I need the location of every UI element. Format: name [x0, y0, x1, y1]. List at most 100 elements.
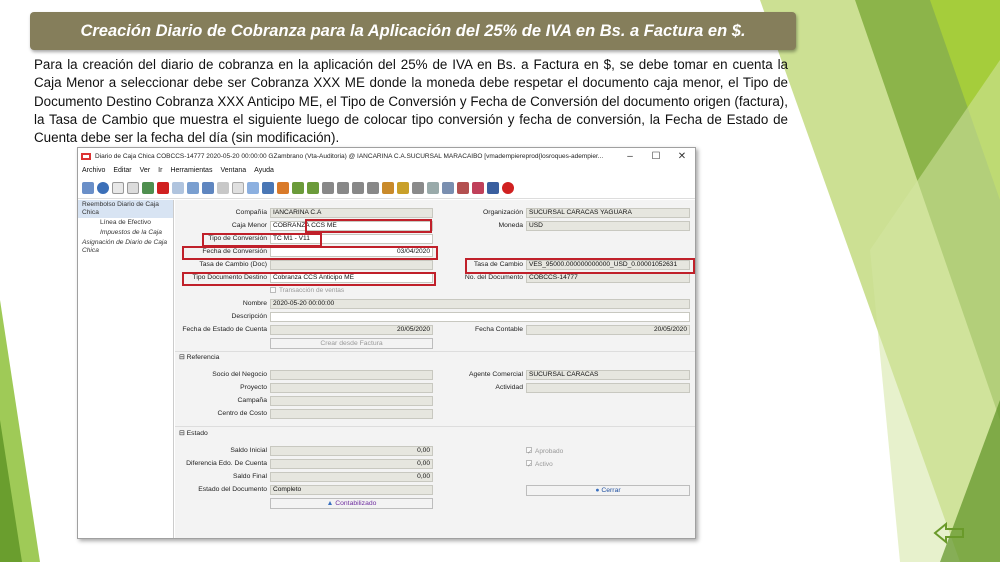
- crear-btn-label: Crear desde Factura: [320, 340, 383, 347]
- previous-record-icon[interactable]: [337, 181, 349, 194]
- diferencia-label: Diferencia Edo. De Cuenta: [186, 460, 267, 467]
- moneda-label: Moneda: [498, 222, 523, 229]
- nombre-field[interactable]: 2020-05-20 00:00:00: [270, 299, 690, 309]
- transaccion-checkbox[interactable]: Transacción de ventas: [270, 287, 344, 294]
- saldoini-label: Saldo Inicial: [230, 447, 267, 454]
- sidebar-item-linea[interactable]: Línea de Efectivo: [78, 218, 173, 228]
- workflow-icon[interactable]: [487, 181, 499, 194]
- actividad-field[interactable]: [526, 383, 690, 393]
- campana-label: Campaña: [237, 397, 267, 404]
- organizacion-field[interactable]: SUCURSAL CARACAS YAGUARA: [526, 208, 690, 218]
- estadodoc-field[interactable]: Completo: [270, 485, 433, 495]
- fechacont-field[interactable]: 20/05/2020: [526, 325, 690, 335]
- sidebar-item-asignacion[interactable]: Asignación de Diario de Caja Chica: [78, 238, 173, 256]
- refresh-icon[interactable]: [187, 181, 199, 194]
- caja-label: Caja Menor: [231, 222, 267, 229]
- cerrar-button[interactable]: ● Cerrar: [526, 485, 690, 496]
- report-icon[interactable]: [382, 181, 394, 194]
- crear-desde-factura-button[interactable]: Crear desde Factura: [270, 338, 433, 349]
- toolbar: [78, 177, 695, 199]
- sidebar: Reembolso Diario de Caja Chica Línea de …: [78, 200, 174, 538]
- undo-icon[interactable]: [82, 181, 94, 194]
- app-icon: [81, 152, 91, 160]
- estado-section-header[interactable]: ⊟ Estado: [179, 429, 208, 437]
- compania-field[interactable]: IANCARINA C.A: [270, 208, 433, 218]
- request-icon[interactable]: [457, 181, 469, 194]
- socio-label: Socio del Negocio: [212, 371, 267, 378]
- archive-icon[interactable]: [397, 181, 409, 194]
- highlight-fecha-conversion: [182, 246, 438, 260]
- menu-archivo[interactable]: Archivo: [82, 167, 105, 174]
- next-record-icon[interactable]: [352, 181, 364, 194]
- print-preview-icon[interactable]: [427, 181, 439, 194]
- socio-field[interactable]: [270, 370, 433, 380]
- nombre-label: Nombre: [242, 300, 267, 307]
- menu-herramientas[interactable]: Herramientas: [170, 167, 212, 174]
- new-record-icon[interactable]: [112, 181, 124, 194]
- delete-icon[interactable]: [157, 181, 169, 194]
- find-icon[interactable]: [202, 181, 214, 194]
- parent-record-icon[interactable]: [292, 181, 304, 194]
- referencia-section-header[interactable]: ⊟ Referencia: [179, 353, 219, 361]
- help-icon[interactable]: [97, 181, 109, 194]
- window-title: Diario de Caja Chica COBCCS-14777 2020-0…: [95, 152, 604, 160]
- nodoc-label: No. del Documento: [464, 274, 523, 281]
- close-button[interactable]: ✕: [669, 151, 695, 162]
- descripcion-label: Descripción: [231, 313, 267, 320]
- exit-icon[interactable]: [502, 181, 514, 194]
- window-titlebar: Diario de Caja Chica COBCCS-14777 2020-0…: [78, 148, 695, 164]
- moneda-field[interactable]: USD: [526, 221, 690, 231]
- referencia-divider: [175, 351, 695, 352]
- first-record-icon[interactable]: [322, 181, 334, 194]
- history-icon[interactable]: [247, 181, 259, 194]
- minimize-button[interactable]: –: [617, 151, 643, 162]
- aprobado-checkbox[interactable]: ✓ Aprobado: [526, 447, 563, 456]
- slide-title: Creación Diario de Cobranza para la Apli…: [80, 21, 746, 40]
- product-info-icon[interactable]: [472, 181, 484, 194]
- menu-ventana[interactable]: Ventana: [220, 167, 246, 174]
- fechaedo-label: Fecha de Estado de Cuenta: [182, 326, 267, 333]
- fechaedo-field[interactable]: 20/05/2020: [270, 325, 433, 335]
- calendar-icon[interactable]: [262, 181, 274, 194]
- diferencia-field[interactable]: 0,00: [270, 459, 433, 469]
- estado-title: Estado: [186, 430, 208, 437]
- sidebar-item-impuestos[interactable]: Impuestos de la Caja: [78, 228, 173, 238]
- tasadoc-label: Tasa de Cambio (Doc): [199, 261, 267, 268]
- transaccion-label: Transacción de ventas: [279, 287, 345, 294]
- attachment-icon[interactable]: [217, 181, 229, 194]
- estadodoc-label: Estado del Documento: [198, 486, 267, 493]
- menu-bar: Archivo Editar Ver Ir Herramientas Venta…: [78, 164, 695, 177]
- contabilizado-icon: ▲: [326, 500, 334, 507]
- contabilizado-button[interactable]: ▲ Contabilizado: [270, 498, 433, 509]
- sidebar-item-reembolso[interactable]: Reembolso Diario de Caja Chica: [78, 200, 173, 218]
- home-icon[interactable]: [277, 181, 289, 194]
- last-record-icon[interactable]: [367, 181, 379, 194]
- agente-field[interactable]: SUCURSAL CARACAS: [526, 370, 690, 380]
- proyecto-field[interactable]: [270, 383, 433, 393]
- campana-field[interactable]: [270, 396, 433, 406]
- centro-field[interactable]: [270, 409, 433, 419]
- menu-ver[interactable]: Ver: [140, 167, 151, 174]
- menu-editar[interactable]: Editar: [113, 167, 131, 174]
- save-icon[interactable]: [142, 181, 154, 194]
- highlight-tipo-conversion: [202, 233, 322, 247]
- chat-icon[interactable]: [232, 181, 244, 194]
- copy-record-icon[interactable]: [127, 181, 139, 194]
- saldoini-field[interactable]: 0,00: [270, 446, 433, 456]
- estado-divider: [175, 426, 695, 427]
- activo-checkbox[interactable]: ✓ Activo: [526, 460, 553, 469]
- grid-icon[interactable]: [172, 181, 184, 194]
- menu-ir[interactable]: Ir: [158, 167, 162, 174]
- contabilizado-label: Contabilizado: [335, 500, 377, 507]
- zoom-across-icon[interactable]: [442, 181, 454, 194]
- organizacion-label: Organización: [482, 209, 523, 216]
- back-arrow-icon[interactable]: [933, 522, 965, 544]
- tasadoc-field[interactable]: [270, 260, 433, 270]
- nodoc-field[interactable]: COBCCS-14777: [526, 273, 690, 283]
- detail-record-icon[interactable]: [307, 181, 319, 194]
- menu-ayuda[interactable]: Ayuda: [254, 167, 274, 174]
- maximize-button[interactable]: ☐: [643, 151, 669, 162]
- print-icon[interactable]: [412, 181, 424, 194]
- descripcion-field[interactable]: [270, 312, 690, 322]
- saldofin-field[interactable]: 0,00: [270, 472, 433, 482]
